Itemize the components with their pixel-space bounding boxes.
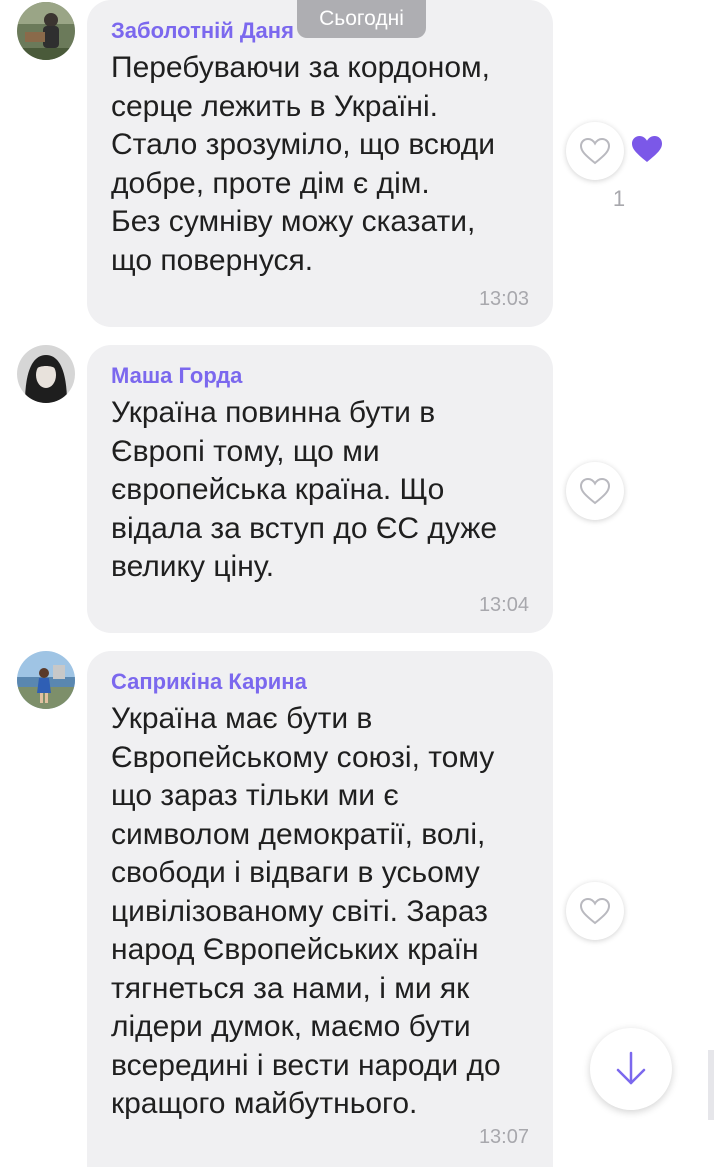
heart-outline-icon xyxy=(579,477,611,505)
heart-outline-icon xyxy=(579,137,611,165)
scrollbar[interactable] xyxy=(708,1050,714,1120)
message-time: 13:03 xyxy=(478,288,529,310)
message-bubble[interactable]: Маша Горда Україна повинна бути в Європі… xyxy=(87,345,553,633)
heart-filled-icon xyxy=(632,136,662,162)
scroll-to-bottom-button[interactable] xyxy=(590,1028,672,1110)
message-time: 13:04 xyxy=(478,594,529,616)
like-button[interactable] xyxy=(566,462,624,520)
sender-name[interactable]: Саприкіна Карина xyxy=(111,668,529,696)
message-text: Перебуваючи за кордоном, серце лежить в … xyxy=(111,51,496,277)
like-button[interactable] xyxy=(566,882,624,940)
avatar-photo-icon xyxy=(17,2,75,60)
message-time: 13:07 xyxy=(478,1126,529,1148)
avatar[interactable] xyxy=(17,2,75,60)
avatar[interactable] xyxy=(17,651,75,709)
date-separator: Сьогодні xyxy=(297,0,426,38)
message-text: Україна має бути в Європейському союзі, … xyxy=(111,702,501,1120)
like-count: 1 xyxy=(612,186,626,211)
message-bubble[interactable]: Заболотній Даня Перебуваючи за кордоном,… xyxy=(87,0,553,327)
message-bubble[interactable]: Саприкіна Карина Україна має бути в Євро… xyxy=(87,651,553,1167)
avatar-photo-icon xyxy=(17,651,75,709)
message-text: Україна повинна бути в Європі тому, що м… xyxy=(111,396,498,583)
avatar[interactable] xyxy=(17,345,75,403)
heart-outline-icon xyxy=(579,897,611,925)
liked-reaction[interactable] xyxy=(626,130,668,168)
sender-name[interactable]: Маша Горда xyxy=(111,362,529,390)
chat-screen: Заболотній Даня Перебуваючи за кордоном,… xyxy=(0,0,714,1167)
avatar-photo-icon xyxy=(17,345,75,403)
arrow-down-icon xyxy=(616,1051,646,1085)
like-button[interactable] xyxy=(566,122,624,180)
